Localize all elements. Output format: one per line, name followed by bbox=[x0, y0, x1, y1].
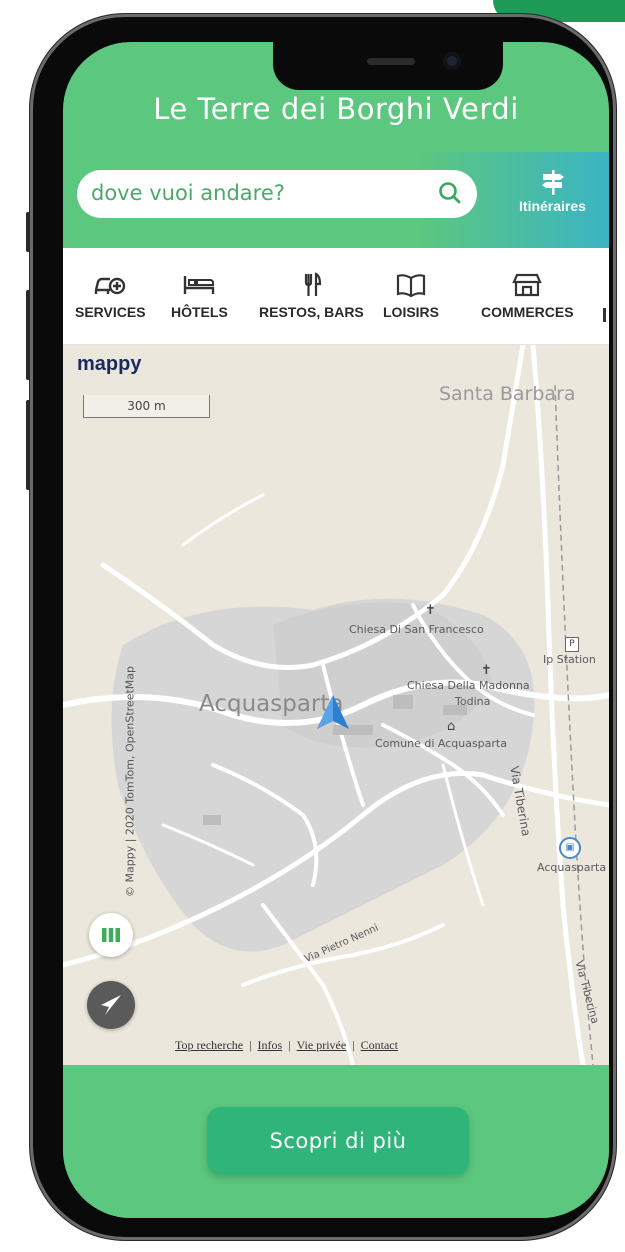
more-categories-hint bbox=[603, 308, 606, 322]
link-infos[interactable]: Infos bbox=[258, 1038, 283, 1052]
shop-icon bbox=[512, 273, 542, 297]
link-vie-privee[interactable]: Vie privée bbox=[297, 1038, 347, 1052]
separator: | bbox=[249, 1038, 252, 1052]
discover-more-button[interactable]: Scopri di più bbox=[207, 1107, 469, 1175]
layers-button[interactable] bbox=[89, 913, 133, 957]
category-label: RESTOS, BARS bbox=[259, 304, 364, 320]
mappy-logo: mappy bbox=[77, 353, 142, 375]
map-footer-links: Top recherche | Infos | Vie privée | Contact bbox=[175, 1038, 398, 1053]
scale-bar: 300 m bbox=[83, 395, 210, 418]
car-plus-icon bbox=[95, 277, 126, 295]
category-loisirs[interactable]: LOISIRS bbox=[383, 272, 439, 320]
fork-knife-icon bbox=[305, 272, 322, 296]
itineraries-label: Itinéraires bbox=[519, 198, 586, 214]
front-camera bbox=[443, 52, 461, 70]
search-bar: dove vuoi andare? Itinéraires bbox=[63, 152, 609, 248]
poi-label: Todina bbox=[455, 695, 491, 708]
link-top-recherche[interactable]: Top recherche bbox=[175, 1038, 243, 1052]
category-label: LOISIRS bbox=[383, 304, 440, 320]
speaker-grille bbox=[367, 58, 415, 65]
poi-label: Chiesa Della Madonna bbox=[407, 679, 530, 692]
app-title: Le Terre dei Borghi Verdi bbox=[153, 92, 519, 126]
map-view[interactable]: mappy 300 m Santa Barbara Acquasparta ✝ … bbox=[63, 345, 609, 1065]
separator: | bbox=[288, 1038, 291, 1052]
current-location-arrow-icon bbox=[317, 695, 349, 729]
place-label: Santa Barbara bbox=[439, 383, 576, 405]
phone-screen: Le Terre dei Borghi Verdi dove vuoi anda… bbox=[63, 42, 609, 1218]
bed-icon bbox=[184, 276, 215, 294]
category-label: SERVICES bbox=[75, 304, 146, 320]
search-input[interactable]: dove vuoi andare? bbox=[77, 170, 477, 218]
category-restos-bars[interactable]: RESTOS, BARS bbox=[259, 272, 364, 320]
category-label: HÔTELS bbox=[171, 304, 228, 320]
map-copyright: © Mappy | 2020 TomTom, OpenStreetMap bbox=[123, 666, 137, 897]
category-label: COMMERCES bbox=[481, 304, 574, 320]
category-commerces[interactable]: COMMERCES bbox=[481, 272, 574, 320]
navigation-arrow-icon bbox=[101, 995, 121, 1015]
layers-icon bbox=[102, 928, 120, 942]
church-icon: ✝ bbox=[425, 603, 436, 618]
poi-label: Acquasparta bbox=[537, 861, 607, 874]
poi-label: Ip Station bbox=[543, 653, 596, 666]
separator: | bbox=[352, 1038, 355, 1052]
signpost-icon bbox=[541, 170, 564, 195]
search-placeholder: dove vuoi andare? bbox=[91, 181, 285, 205]
search-icon[interactable] bbox=[437, 180, 463, 206]
town-hall-icon: ⌂ bbox=[447, 719, 456, 734]
category-bar: SERVICES HÔTELS RESTOS, BARS LOISIRS COM… bbox=[63, 248, 609, 345]
category-hotels[interactable]: HÔTELS bbox=[171, 272, 228, 320]
train-station-icon: ▣ bbox=[559, 837, 581, 859]
church-icon: ✝ bbox=[481, 663, 492, 678]
phone-notch bbox=[273, 42, 503, 90]
bottom-bar: Scopri di più bbox=[63, 1065, 609, 1218]
locate-me-button[interactable] bbox=[87, 981, 135, 1029]
poi-label: Comune di Acquasparta bbox=[375, 737, 507, 750]
book-icon bbox=[396, 274, 426, 298]
link-contact[interactable]: Contact bbox=[361, 1038, 398, 1052]
parking-icon: P bbox=[565, 637, 579, 652]
itineraries-button[interactable]: Itinéraires bbox=[496, 164, 609, 234]
poi-label: Chiesa Di San Francesco bbox=[349, 623, 484, 636]
category-services[interactable]: SERVICES bbox=[75, 272, 146, 320]
